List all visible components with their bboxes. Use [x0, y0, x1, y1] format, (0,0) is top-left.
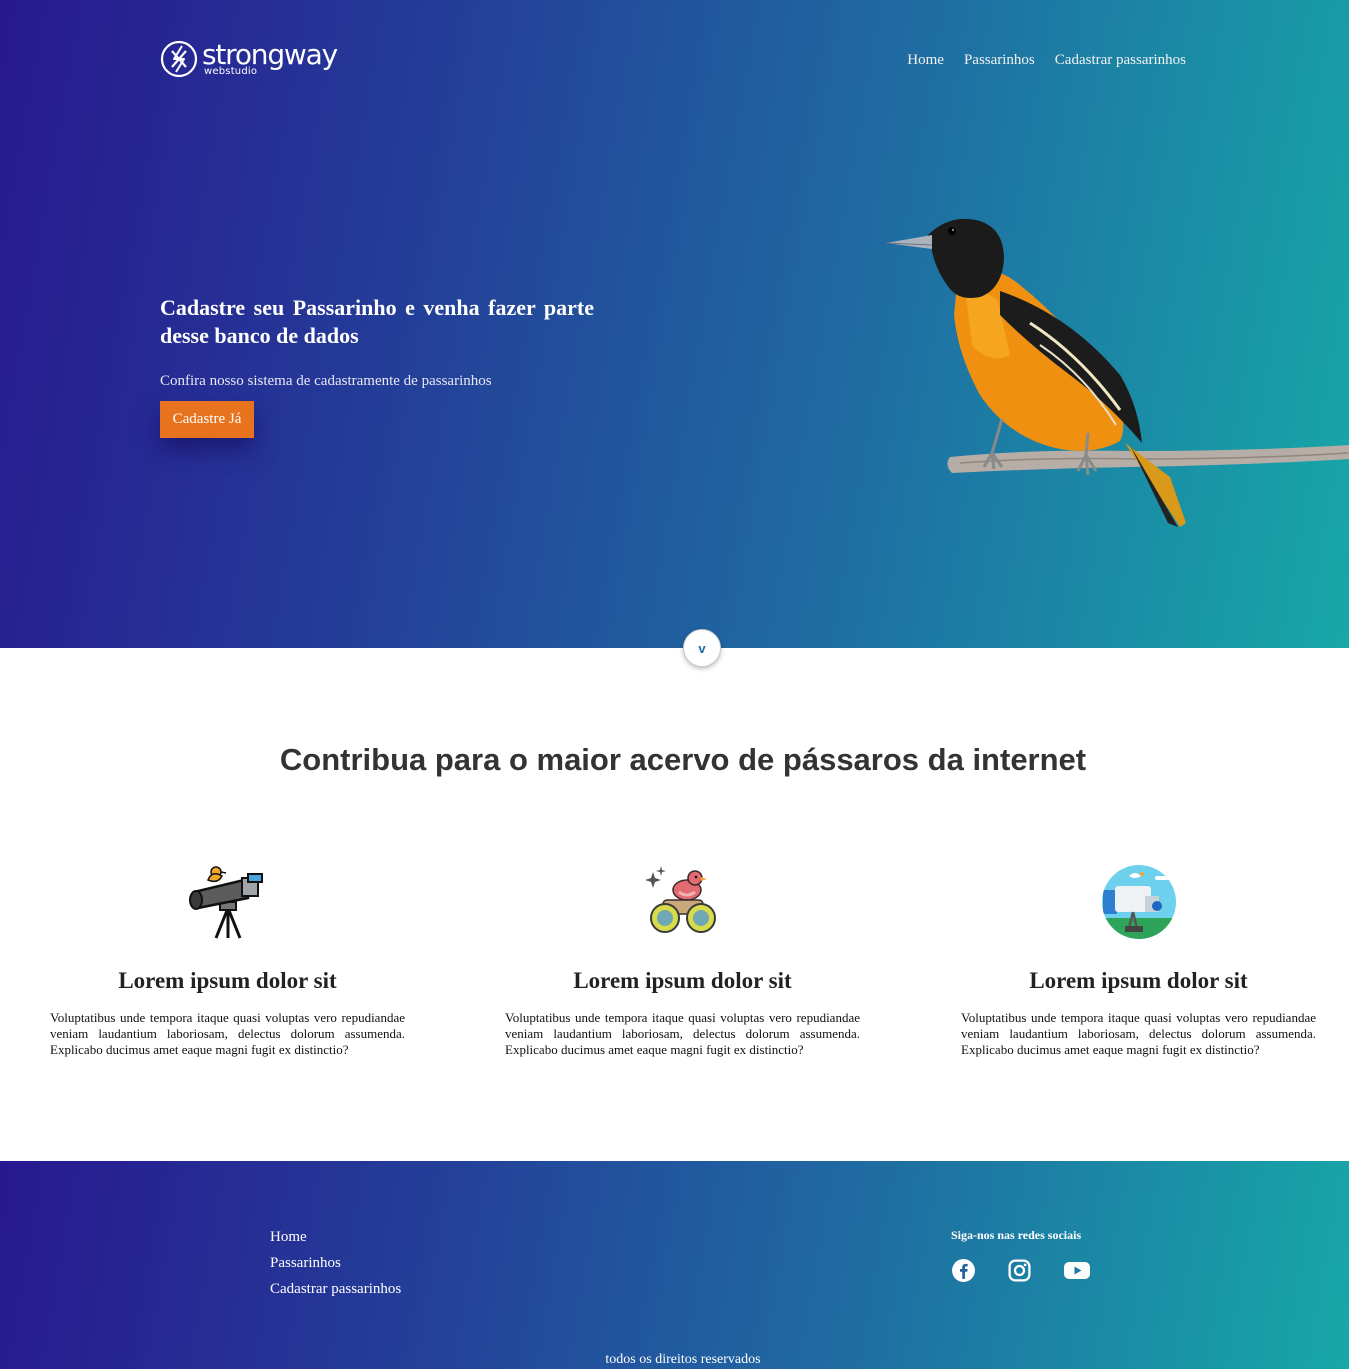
social-title: Siga-nos nas redes sociais — [951, 1228, 1082, 1242]
feature-title: Lorem ipsum dolor sit — [118, 968, 337, 993]
feature-title: Lorem ipsum dolor sit — [573, 968, 792, 993]
nav-link-cadastrar[interactable]: Cadastrar passarinhos — [1055, 52, 1186, 69]
binoculars-bird-icon — [644, 866, 716, 933]
feature-text: Voluptatibus unde tempora itaque quasi v… — [961, 1010, 1316, 1057]
cadastre-ja-button[interactable]: Cadastre Já — [160, 401, 254, 438]
youtube-icon[interactable] — [1063, 1258, 1090, 1283]
top-navigation: Home Passarinhos Cadastrar passarinhos — [907, 52, 1186, 69]
brand-logo[interactable]: strongway webstudio — [160, 38, 338, 78]
footer-link-home[interactable]: Home — [270, 1224, 401, 1250]
birdwatching-scene-icon — [1101, 865, 1176, 939]
feature-card: Lorem ipsum dolor sit Voluptatibus unde … — [505, 862, 860, 1058]
feature-text: Voluptatibus unde tempora itaque quasi v… — [50, 1010, 405, 1057]
footer-navigation: Home Passarinhos Cadastrar passarinhos — [270, 1224, 401, 1302]
nav-link-passarinhos[interactable]: Passarinhos — [964, 52, 1035, 69]
facebook-icon[interactable] — [951, 1258, 976, 1283]
scroll-down-button[interactable]: v — [683, 629, 721, 667]
brand-name: strongway — [202, 38, 338, 71]
social-links — [951, 1258, 1090, 1283]
copyright-text: todos os direitos reservados — [605, 1352, 761, 1367]
telescope-icon — [188, 866, 263, 939]
oriole-bird-image — [885, 218, 1349, 527]
footer: Home Passarinhos Cadastrar passarinhos S… — [0, 1161, 1349, 1369]
hero-title: Cadastre seu Passarinho e venha fazer pa… — [160, 295, 594, 348]
strongway-logo-icon — [160, 40, 198, 78]
feature-title: Lorem ipsum dolor sit — [1029, 968, 1248, 993]
section-title: Contribua para o maior acervo de pássaro… — [279, 742, 1087, 777]
feature-card: Lorem ipsum dolor sit Voluptatibus unde … — [961, 862, 1316, 1058]
footer-link-passarinhos[interactable]: Passarinhos — [270, 1250, 401, 1276]
feature-card: Lorem ipsum dolor sit Voluptatibus unde … — [50, 862, 405, 1058]
hero-section: strongway webstudio Home Passarinhos Cad… — [0, 0, 1349, 667]
hero-subtitle: Confira nosso sistema de cadastramente d… — [160, 373, 492, 389]
instagram-icon[interactable] — [1007, 1258, 1032, 1283]
nav-link-home[interactable]: Home — [907, 52, 944, 69]
feature-text: Voluptatibus unde tempora itaque quasi v… — [505, 1010, 860, 1057]
footer-link-cadastrar[interactable]: Cadastrar passarinhos — [270, 1276, 401, 1302]
